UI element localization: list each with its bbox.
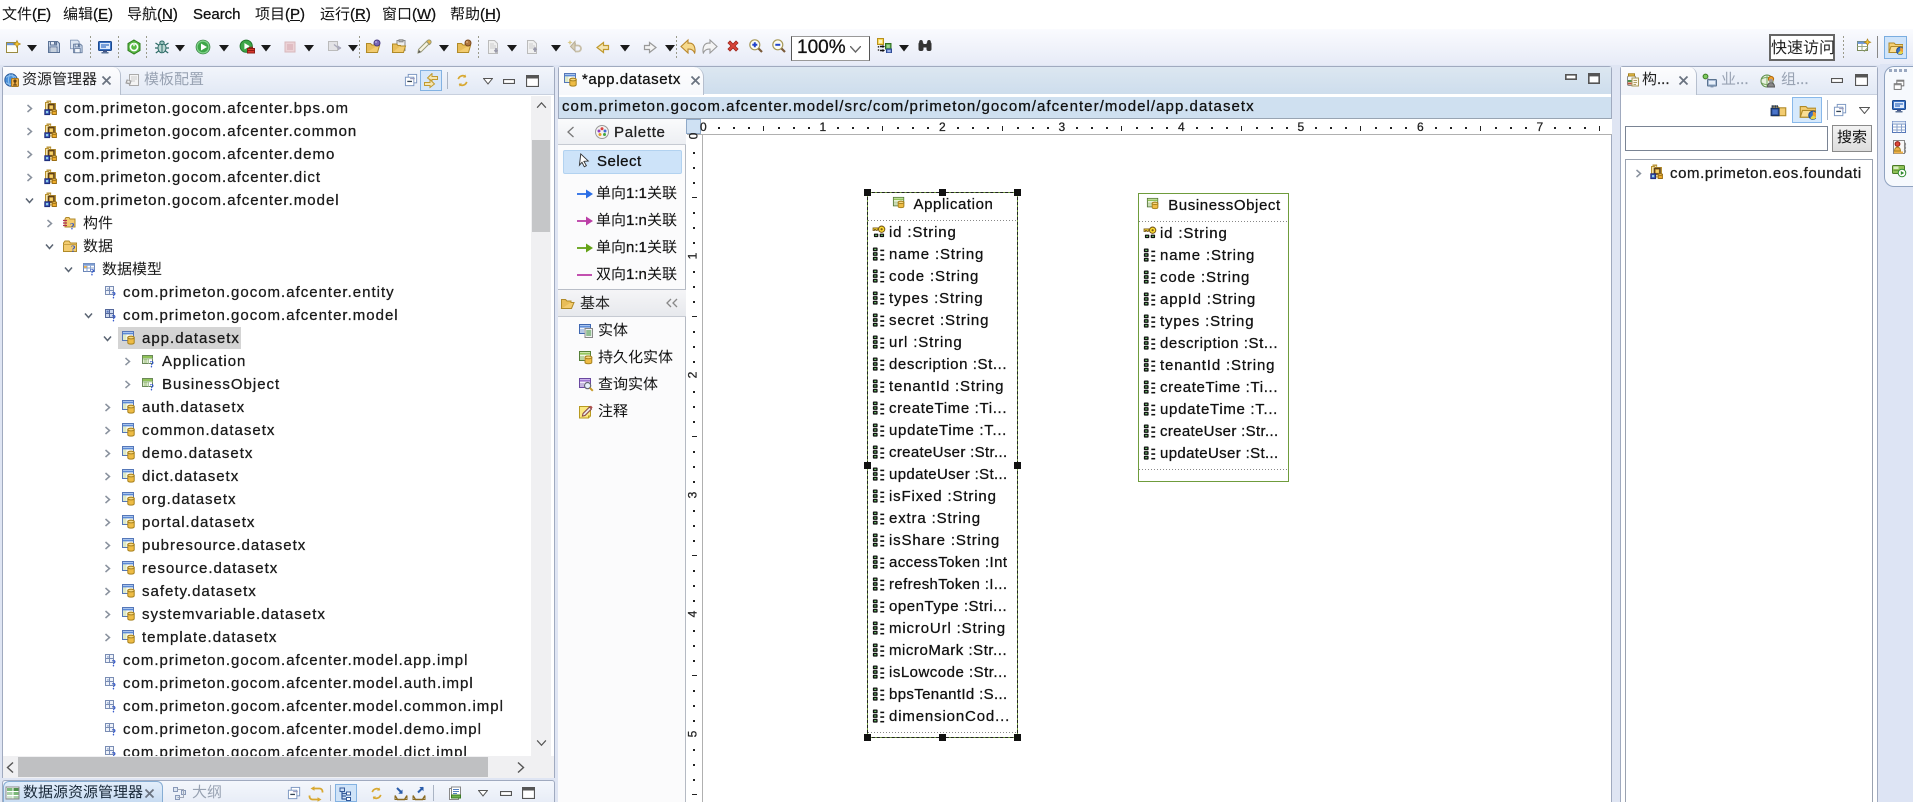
svg-text:?: ? <box>150 383 155 393</box>
svg-text:?: ? <box>112 728 117 738</box>
svg-text:?: ? <box>112 705 117 715</box>
svg-text:?: ? <box>71 244 76 254</box>
svg-text:?: ? <box>112 659 117 669</box>
svg-text:?: ? <box>112 291 117 301</box>
svg-text:?: ? <box>112 682 117 692</box>
svg-text:?: ? <box>112 314 117 324</box>
svg-text:?: ? <box>70 222 75 232</box>
svg-text:?: ? <box>90 268 95 278</box>
svg-text:?: ? <box>150 360 155 370</box>
